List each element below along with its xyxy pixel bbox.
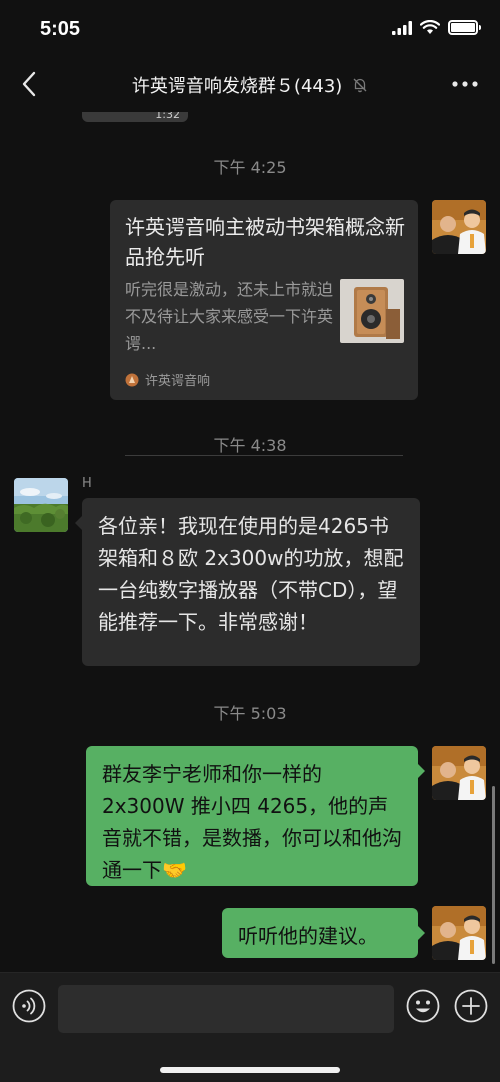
outgoing-message-bubble[interactable]: 群友李宁老师和你一样的2x300W 推小四 4265，他的声音就不错，是数播，你… [86, 746, 425, 886]
avatar-self[interactable] [432, 746, 486, 800]
avatar-self[interactable] [432, 200, 486, 254]
outgoing-message-bubble[interactable]: 听听他的建议。 [222, 908, 425, 958]
link-card-thumbnail [340, 279, 404, 343]
link-card-description: 听完很是激动，还未上市就迫不及待让大家来感受一下许英谔... [125, 280, 334, 353]
incoming-message-bubble[interactable]: 各位亲！我现在使用的是4265书架箱和８欧 2x300w的功放，想配一台纯数字播… [75, 498, 420, 666]
chat-scrollbar[interactable] [492, 786, 495, 964]
chat-title-group[interactable]: 许英谔音响发烧群５(443) [0, 72, 500, 98]
chat-messages[interactable]: 1:32 下午 4:25 许英谔音响主被动书架箱概念新品抢先听 听完很是激动，还… [0, 112, 500, 972]
source-logo-icon [125, 373, 139, 386]
wifi-icon [420, 20, 440, 34]
input-bar [0, 972, 500, 1082]
avatar-self[interactable] [432, 906, 486, 960]
emoji-icon[interactable] [406, 989, 440, 1023]
sender-name: H [82, 476, 92, 491]
message-text: 各位亲！我现在使用的是4265书架箱和８欧 2x300w的功放，想配一台纯数字播… [98, 514, 404, 634]
chat-title: 许英谔音响发烧群５(443) [131, 76, 343, 97]
timestamp: 下午 4:25 [213, 158, 287, 177]
battery-icon [448, 20, 481, 35]
link-card-message[interactable]: 许英谔音响主被动书架箱概念新品抢先听 听完很是激动，还未上市就迫不及待让大家来感… [110, 200, 418, 456]
status-time: 5:05 [40, 18, 81, 40]
timestamp: 下午 5:03 [213, 704, 287, 723]
video-duration: 1:32 [155, 112, 180, 121]
status-icons [392, 20, 481, 35]
muted-bell-icon [353, 78, 367, 93]
plus-icon[interactable] [454, 989, 488, 1023]
message-text: 听听他的建议。 [238, 924, 378, 948]
voice-icon[interactable] [12, 989, 46, 1023]
chat-header: 许英谔音响发烧群５(443) [0, 56, 500, 112]
link-card-title: 许英谔音响主被动书架箱概念新品抢先听 [125, 215, 405, 269]
status-bar: 5:05 [0, 0, 500, 56]
more-icon[interactable] [450, 72, 480, 96]
timestamp: 下午 4:38 [213, 436, 287, 455]
home-indicator[interactable] [160, 1067, 340, 1073]
previous-video-message[interactable]: 1:32 [82, 112, 188, 122]
message-text: 群友李宁老师和你一样的2x300W 推小四 4265，他的声音就不错，是数播，你… [102, 762, 402, 882]
message-input[interactable] [58, 985, 394, 1033]
link-card-source-name: 许英谔音响 [145, 374, 211, 389]
avatar-h[interactable] [14, 478, 68, 532]
link-card-source: 许英谔音响 [125, 370, 210, 389]
signal-icon [392, 20, 412, 35]
